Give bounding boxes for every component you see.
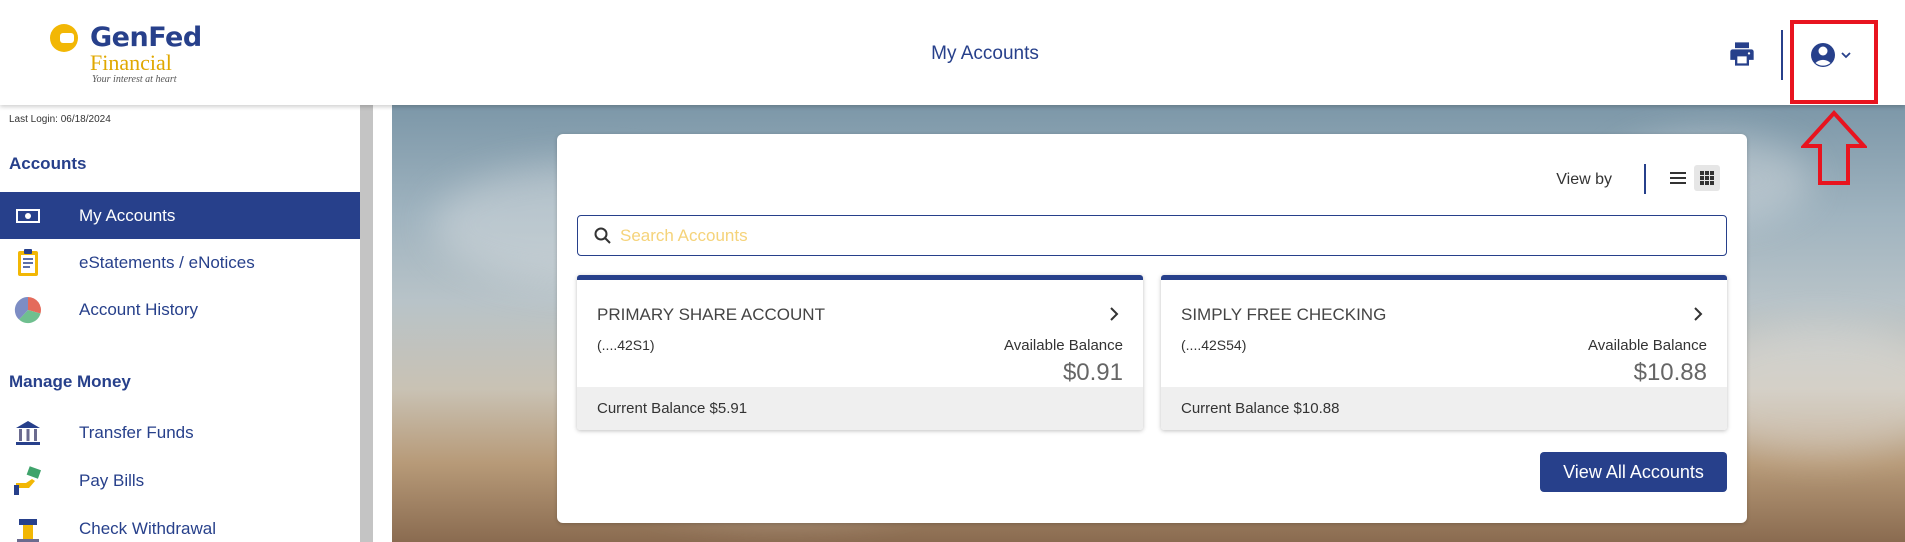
page-title: My Accounts [931,43,1039,64]
logo-tagline: Your interest at heart [92,74,177,85]
clipboard-icon [12,247,44,279]
view-divider [1644,164,1646,194]
available-balance-label: Available Balance [1004,337,1123,354]
list-view-icon[interactable] [1665,165,1691,191]
sidebar-item-label: Check Withdrawal [79,518,216,538]
sidebar-item-account-history[interactable]: Account History [0,286,360,333]
header-divider [1781,30,1783,80]
account-card-primary-share[interactable]: PRIMARY SHARE ACCOUNT (....42S1) Availab… [577,275,1143,430]
pie-chart-icon [12,294,44,326]
chevron-right-icon[interactable] [1689,305,1707,323]
account-number: (....42S1) [597,337,655,353]
view-by-label: View by [1556,171,1612,188]
view-all-accounts-button[interactable]: View All Accounts [1540,452,1727,492]
up-arrow [1799,110,1869,186]
search-input[interactable] [620,222,1710,250]
current-balance: Current Balance $5.91 [597,400,748,417]
highlight-rectangle [1790,20,1878,104]
money-icon [12,200,44,232]
sidebar-item-label: My Accounts [79,205,176,225]
sidebar-item-estatements[interactable]: eStatements / eNotices [0,239,360,286]
sidebar-item-check-withdrawal[interactable]: Check Withdrawal [0,505,360,542]
account-footer: Current Balance $10.88 [1161,387,1727,430]
bank-icon [12,417,44,449]
available-balance-label: Available Balance [1588,337,1707,354]
account-number: (....42S54) [1181,337,1247,353]
account-name: PRIMARY SHARE ACCOUNT [597,305,825,324]
grid-view-icon[interactable] [1694,165,1720,191]
section-accounts: Accounts [9,154,87,173]
sidebar-item-label: Transfer Funds [79,422,194,442]
available-balance: $0.91 [1062,359,1123,386]
search-icon [593,226,613,246]
sidebar-item-pay-bills[interactable]: Pay Bills [0,457,360,504]
sidebar: Last Login: 06/18/2024 Accounts My Accou… [0,105,373,542]
check-icon [12,513,44,542]
sidebar-item-transfer-funds[interactable]: Transfer Funds [0,409,360,456]
search-box [577,215,1727,256]
sidebar-item-label: Pay Bills [79,470,145,490]
last-login: Last Login: 06/18/2024 [9,114,111,125]
sidebar-item-label: eStatements / eNotices [79,252,255,272]
sidebar-item-label: Account History [79,299,199,319]
account-name: SIMPLY FREE CHECKING [1181,305,1387,324]
hand-money-icon [12,465,44,497]
account-footer: Current Balance $5.91 [577,387,1143,430]
printer-icon[interactable] [1728,40,1756,68]
available-balance: $10.88 [1633,359,1707,386]
account-card-simply-free-checking[interactable]: SIMPLY FREE CHECKING (....42S54) Availab… [1161,275,1727,430]
accounts-panel: View by PRIMARY SHARE ACCOUNT (....42S1)… [557,134,1747,523]
current-balance: Current Balance $10.88 [1181,400,1340,417]
chevron-right-icon[interactable] [1105,305,1123,323]
section-manage-money: Manage Money [9,372,131,391]
top-header: GenFed Financial Your interest at heart … [0,0,1905,105]
sidebar-item-my-accounts[interactable]: My Accounts [0,192,360,239]
